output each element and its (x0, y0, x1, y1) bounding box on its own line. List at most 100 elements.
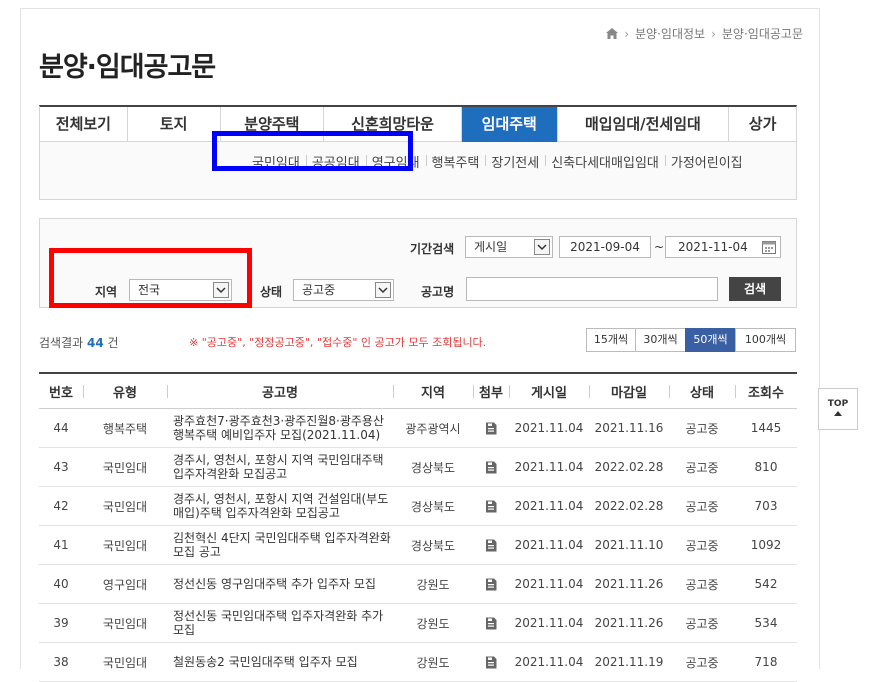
search-panel: 기간검색 게시일 2021-09-04 ~ 2021-11-04 지역 전국 상… (39, 218, 797, 308)
notice-table: 번호 유형 공고명 지역 첨부 게시일 마감일 상태 조회수 44 행복주택 광주효… (39, 372, 797, 682)
cell-title[interactable]: 정선신동 국민임대주택 입주자격완화 추가모집 (167, 603, 393, 643)
table-row[interactable]: 41 국민임대 김천혁신 4단지 국민임대주택 입주자격완화 모집 공고 경상북도 20… (39, 525, 797, 565)
subtab-public-rental[interactable]: 공공임대 (305, 152, 366, 171)
file-attachment-icon[interactable] (485, 422, 497, 435)
header-views: 조회수 (735, 372, 797, 409)
cell-attachment[interactable] (473, 408, 509, 448)
header-attachment: 첨부 (473, 372, 509, 409)
tab-purchase-rental[interactable]: 매입임대/전세임대 (558, 107, 730, 142)
cell-region: 경상북도 (393, 486, 473, 526)
period-type-select[interactable]: 게시일 (465, 236, 553, 258)
tab-land[interactable]: 토지 (128, 107, 221, 142)
breadcrumb-item[interactable]: 분양·임대공고문 (722, 25, 803, 42)
table-row[interactable]: 39 국민임대 정선신동 국민임대주택 입주자격완화 추가모집 강원도 2021.11.… (39, 603, 797, 643)
subtab-new-multiplex-purchase[interactable]: 신축다세대매입임대 (545, 152, 665, 171)
cell-views: 703 (735, 486, 797, 526)
cell-type: 행복주택 (83, 408, 167, 448)
subtab-permanent-rental[interactable]: 영구임대 (365, 152, 426, 171)
cell-no: 43 (39, 447, 83, 487)
content-frame: › 분양·임대정보 › 분양·임대공고문 분양·임대공고문 전체보기 토지 분양… (20, 8, 820, 682)
cell-attachment[interactable] (473, 486, 509, 526)
file-attachment-icon[interactable] (485, 578, 497, 591)
file-attachment-icon[interactable] (485, 656, 497, 669)
file-attachment-icon[interactable] (485, 500, 497, 513)
cell-no: 39 (39, 603, 83, 643)
status-value: 공고중 (302, 283, 336, 297)
tab-all[interactable]: 전체보기 (40, 107, 128, 142)
cell-title[interactable]: 경주시, 영천시, 포항시 지역 국민임대주택 입주자격완화 모집공고 (167, 447, 393, 487)
cell-status: 공고중 (669, 642, 735, 682)
table-row[interactable]: 44 행복주택 광주효천7·광주효천3·광주진월8·광주용산 행복주택 예비입주자 … (39, 408, 797, 448)
page-size-100[interactable]: 100개씩 (735, 328, 796, 352)
cell-type: 국민임대 (83, 525, 167, 565)
cell-region: 강원도 (393, 564, 473, 604)
cell-attachment[interactable] (473, 447, 509, 487)
page-size-15[interactable]: 15개씩 (586, 328, 636, 352)
tab-rental-housing[interactable]: 임대주택 (461, 107, 558, 142)
cell-type: 국민임대 (83, 642, 167, 682)
subtab-national-rental[interactable]: 국민임대 (246, 152, 306, 171)
breadcrumb-item[interactable]: 분양·임대정보 (635, 25, 705, 42)
header-region: 지역 (393, 372, 473, 409)
chevron-down-icon (375, 282, 391, 298)
cell-title[interactable]: 경주시, 영천시, 포항시 지역 건설임대(부도매입)주택 입주자격완화 모집공… (167, 486, 393, 526)
date-from-input[interactable]: 2021-09-04 (559, 236, 651, 258)
page-size-30[interactable]: 30개씩 (635, 328, 686, 352)
table-row[interactable]: 40 영구임대 정선신동 영구임대주택 추가 입주자 모집 강원도 2021.11.04… (39, 564, 797, 604)
subtab-happy-housing[interactable]: 행복주택 (425, 152, 486, 171)
cell-region: 경상북도 (393, 525, 473, 565)
region-select[interactable]: 전국 (129, 279, 232, 301)
cell-attachment[interactable] (473, 525, 509, 565)
subtab-long-term-jeonse[interactable]: 장기전세 (485, 152, 545, 171)
subtab-daycare[interactable]: 가정어린이집 (664, 152, 749, 171)
top-button-label: TOP (827, 399, 849, 409)
file-attachment-icon[interactable] (485, 539, 497, 552)
cell-type: 국민임대 (83, 447, 167, 487)
tab-commercial[interactable]: 상가 (729, 107, 796, 142)
calendar-icon[interactable] (761, 239, 777, 255)
status-select[interactable]: 공고중 (293, 279, 394, 301)
chevron-right-icon: › (624, 26, 630, 41)
date-to-input[interactable]: 2021-11-04 (665, 236, 781, 258)
cell-posted: 2021.11.04 (509, 486, 589, 526)
header-type: 유형 (83, 372, 167, 409)
cell-title[interactable]: 광주효천7·광주효천3·광주진월8·광주용산 행복주택 예비입주자 모집(202… (167, 408, 393, 448)
cell-views: 1092 (735, 525, 797, 565)
header-status: 상태 (669, 372, 735, 409)
table-row[interactable]: 43 국민임대 경주시, 영천시, 포항시 지역 국민임대주택 입주자격완화 모집공… (39, 447, 797, 487)
page-title: 분양·임대공고문 (39, 52, 216, 83)
page-size-50[interactable]: 50개씩 (685, 328, 736, 352)
tab-sale-housing[interactable]: 분양주택 (221, 107, 325, 142)
status-label: 상태 (260, 285, 283, 299)
breadcrumb: › 분양·임대정보 › 분양·임대공고문 (606, 25, 803, 42)
table-row[interactable]: 38 국민임대 철원동송2 국민임대주택 입주자 모집 강원도 2021.11.04 20… (39, 642, 797, 682)
file-attachment-icon[interactable] (485, 461, 497, 474)
cell-posted: 2021.11.04 (509, 408, 589, 448)
category-tabs: 전체보기 토지 분양주택 신혼희망타운 임대주택 매입임대/전세임대 상가 (39, 105, 797, 142)
home-icon[interactable] (606, 28, 619, 39)
cell-posted: 2021.11.04 (509, 603, 589, 643)
period-label: 기간검색 (410, 242, 455, 256)
region-label: 지역 (95, 285, 118, 299)
cell-region: 강원도 (393, 603, 473, 643)
cell-type: 국민임대 (83, 486, 167, 526)
scroll-top-button[interactable]: TOP (818, 388, 858, 430)
cell-region: 강원도 (393, 642, 473, 682)
table-row[interactable]: 42 국민임대 경주시, 영천시, 포항시 지역 건설임대(부도매입)주택 입주자격… (39, 486, 797, 526)
cell-posted: 2021.11.04 (509, 564, 589, 604)
cell-attachment[interactable] (473, 642, 509, 682)
cell-title[interactable]: 김천혁신 4단지 국민임대주택 입주자격완화 모집 공고 (167, 525, 393, 565)
search-button[interactable]: 검색 (729, 277, 781, 301)
region-value: 전국 (138, 283, 161, 297)
cell-attachment[interactable] (473, 603, 509, 643)
cell-views: 542 (735, 564, 797, 604)
cell-attachment[interactable] (473, 564, 509, 604)
caret-up-icon (819, 409, 857, 419)
cell-status: 공고중 (669, 564, 735, 604)
cell-title[interactable]: 정선신동 영구임대주택 추가 입주자 모집 (167, 564, 393, 604)
cell-posted: 2021.11.04 (509, 642, 589, 682)
title-search-input[interactable] (466, 277, 718, 301)
file-attachment-icon[interactable] (485, 617, 497, 630)
tab-newlywed-town[interactable]: 신혼희망타운 (324, 107, 462, 142)
cell-title[interactable]: 철원동송2 국민임대주택 입주자 모집 (167, 642, 393, 682)
